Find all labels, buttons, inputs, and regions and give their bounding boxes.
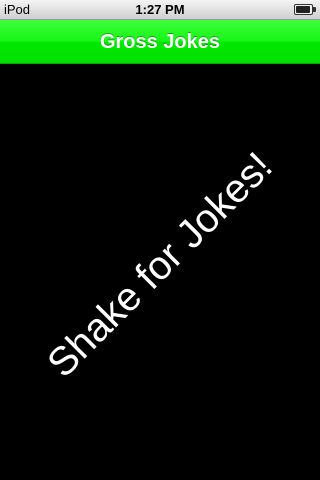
- nav-title: Gross Jokes: [99, 31, 221, 53]
- status-bar: iPod 1:27 PM: [0, 0, 320, 20]
- battery-tip: [313, 7, 316, 12]
- battery-fill: [296, 6, 311, 13]
- app-screen: iPod 1:27 PM Gross Jokes Shake for Jokes…: [0, 0, 320, 480]
- battery-icon: [294, 4, 316, 15]
- shake-prompt: Shake for Jokes!: [39, 144, 281, 386]
- navigation-bar: Gross Jokes: [0, 20, 320, 64]
- shake-area[interactable]: Shake for Jokes!: [0, 65, 320, 480]
- battery-body: [294, 4, 313, 15]
- clock-time: 1:27 PM: [135, 2, 185, 17]
